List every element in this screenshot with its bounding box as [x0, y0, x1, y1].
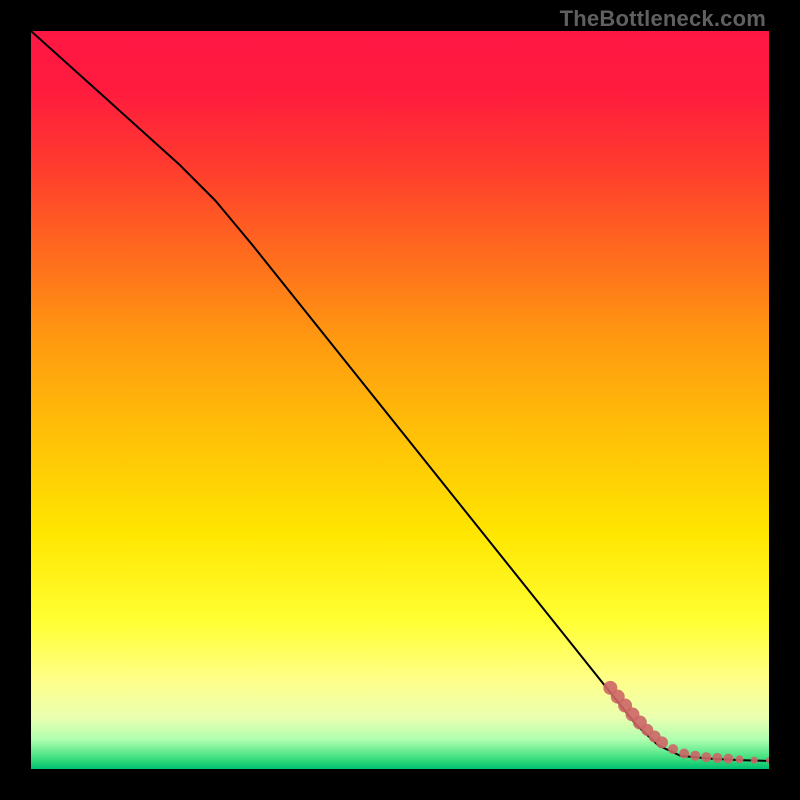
point-tail-points [712, 753, 722, 763]
watermark-text: TheBottleneck.com [560, 6, 766, 32]
point-tail-points [751, 757, 758, 764]
chart-svg [31, 31, 769, 769]
plot-area [31, 31, 769, 769]
point-tail-points [735, 755, 743, 763]
point-tail-points [701, 752, 711, 762]
point-tail-points [656, 736, 668, 748]
point-tail-points [668, 744, 678, 754]
gradient-background [31, 31, 769, 769]
chart-stage: TheBottleneck.com [0, 0, 800, 800]
point-tail-points [690, 751, 700, 761]
point-tail-points [679, 749, 689, 759]
point-tail-points [723, 754, 733, 764]
